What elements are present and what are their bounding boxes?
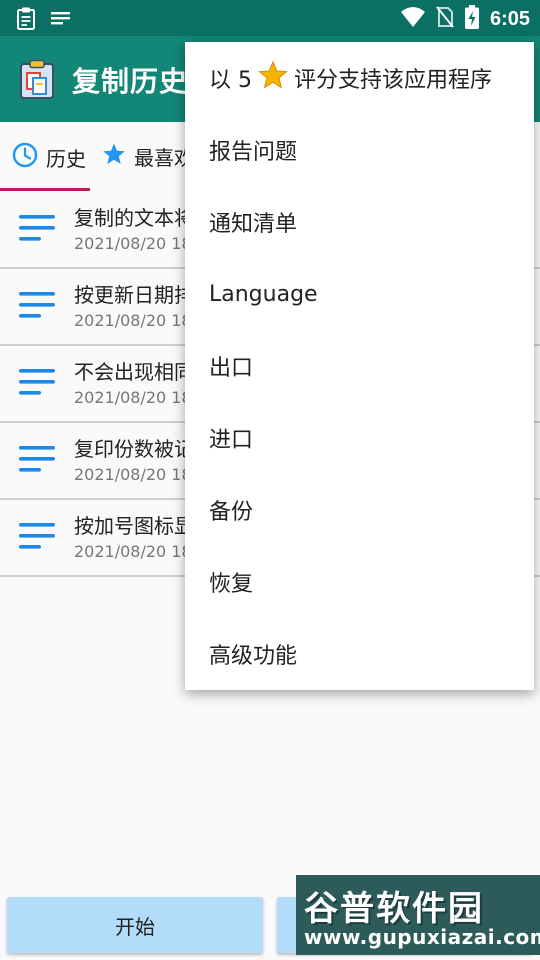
list-item-title: 按加号图标显: [74, 514, 194, 538]
overflow-menu: 以 5 评分支持该应用程序 报告问题 通知清单 Language 出口 进口 备…: [185, 42, 534, 690]
wifi-icon: [400, 6, 426, 32]
tab-history[interactable]: 历史: [12, 142, 86, 173]
app-logo-icon: [20, 59, 54, 103]
clock-icon: [12, 142, 38, 173]
notes-icon: [18, 522, 56, 554]
list-item-date: 2021/08/20 18: [74, 465, 192, 484]
start-button[interactable]: 开始: [7, 897, 263, 953]
notes-icon: [18, 368, 56, 400]
list-item-date: 2021/08/20 18: [74, 311, 192, 330]
tab-history-label: 历史: [46, 147, 86, 171]
menu-item-import[interactable]: 进口: [209, 418, 253, 458]
menu-item-backup[interactable]: 备份: [209, 490, 253, 530]
notes-icon: [18, 445, 56, 477]
menu-item-notification-list[interactable]: 通知清单: [209, 202, 297, 242]
star-icon: [258, 60, 288, 96]
notes-icon: [18, 291, 56, 323]
menu-rate-prefix: 以 5: [209, 68, 252, 93]
battery-charging-icon: [464, 4, 480, 34]
notes-icon: [18, 214, 56, 246]
menu-item-export[interactable]: 出口: [209, 346, 253, 386]
menu-item-rate[interactable]: 以 5 评分支持该应用程序: [209, 58, 492, 98]
status-time: 6:05: [489, 7, 530, 30]
star-icon: [102, 142, 126, 171]
list-item-title: 复印份数被记: [74, 437, 194, 461]
watermark-text: 谷普软件园: [304, 889, 484, 929]
menu-item-restore[interactable]: 恢复: [209, 562, 253, 602]
menu-rate-suffix: 评分支持该应用程序: [294, 68, 493, 93]
notes-icon: [50, 10, 72, 30]
list-item-title: 不会出现相同: [74, 360, 194, 384]
tab-indicator: [0, 188, 90, 191]
menu-item-advanced[interactable]: 高级功能: [209, 634, 297, 674]
menu-item-report-issue[interactable]: 报告问题: [209, 130, 297, 170]
list-item-date: 2021/08/20 18: [74, 388, 192, 407]
no-sim-icon: [436, 5, 454, 33]
menu-item-language[interactable]: Language: [209, 274, 318, 314]
list-item-title: 按更新日期排: [74, 283, 194, 307]
clipboard-icon: [16, 6, 36, 34]
watermark: 谷普软件园 www.gupuxiazai.com: [296, 875, 540, 955]
list-item-date: 2021/08/20 18: [74, 542, 192, 561]
status-bar: 6:05: [0, 0, 540, 36]
tab-favorites[interactable]: 最喜欢: [102, 142, 194, 171]
watermark-url: www.gupuxiazai.com: [304, 925, 540, 949]
list-item-date: 2021/08/20 18: [74, 234, 192, 253]
list-item-title: 复制的文本将: [74, 206, 194, 230]
